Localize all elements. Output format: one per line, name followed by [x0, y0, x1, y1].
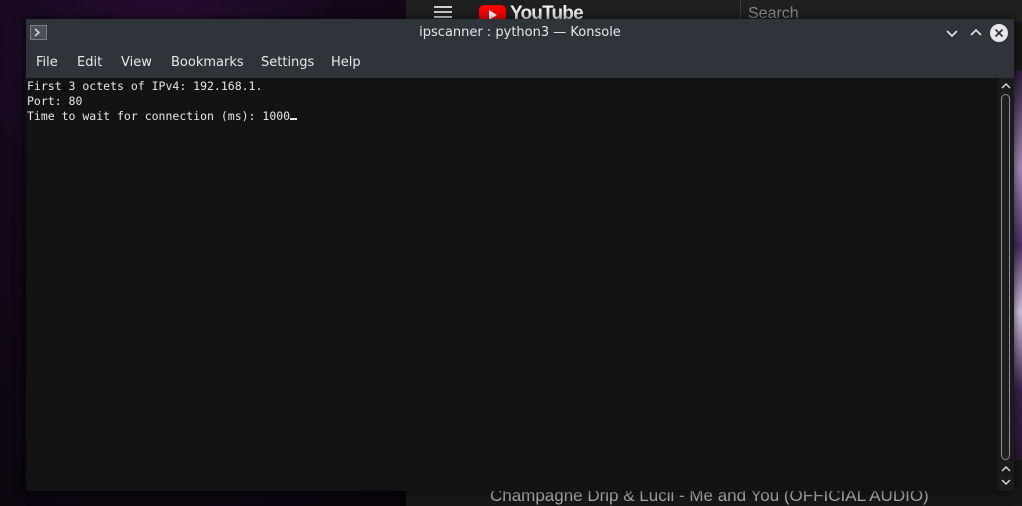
video-thumbnail[interactable]: [1014, 70, 1022, 460]
terminal-line: First 3 octets of IPv4: 192.168.1.: [27, 79, 263, 93]
window-title: ipscanner : python3 — Konsole: [419, 25, 621, 40]
menu-file[interactable]: File: [36, 55, 58, 70]
minimize-button[interactable]: [943, 24, 961, 42]
scroll-down-icon[interactable]: [1001, 477, 1011, 487]
chevron-down-icon: [946, 30, 958, 38]
desktop: YouTube Search Champagne Drip & Lucii - …: [0, 0, 1022, 506]
terminal-scrollbar[interactable]: [998, 78, 1014, 491]
scroll-thumb[interactable]: [1001, 94, 1010, 460]
menu-help[interactable]: Help: [331, 55, 361, 70]
terminal-line: Port: 80: [27, 94, 83, 108]
menu-settings[interactable]: Settings: [261, 55, 314, 70]
maximize-button[interactable]: [967, 24, 985, 42]
menu-bookmarks[interactable]: Bookmarks: [171, 55, 244, 70]
window-titlebar[interactable]: ipscanner : python3 — Konsole: [26, 19, 1014, 48]
terminal-cursor: [290, 118, 298, 120]
konsole-window: ipscanner : python3 — Konsole File Edit …: [26, 19, 1014, 491]
scroll-up-icon[interactable]: [1001, 464, 1011, 474]
menubar: File Edit View Bookmarks Settings Help: [26, 48, 1014, 78]
close-icon: [994, 28, 1004, 38]
menu-edit[interactable]: Edit: [77, 55, 102, 70]
terminal-input-line[interactable]: Time to wait for connection (ms): 1000: [27, 109, 298, 124]
chevron-up-icon: [970, 28, 982, 36]
hamburger-menu-icon[interactable]: [434, 6, 452, 18]
terminal-output[interactable]: First 3 octets of IPv4: 192.168.1. Port:…: [26, 78, 998, 491]
scroll-up-icon[interactable]: [1001, 81, 1011, 91]
close-button[interactable]: [990, 24, 1008, 42]
menu-view[interactable]: View: [121, 55, 152, 70]
